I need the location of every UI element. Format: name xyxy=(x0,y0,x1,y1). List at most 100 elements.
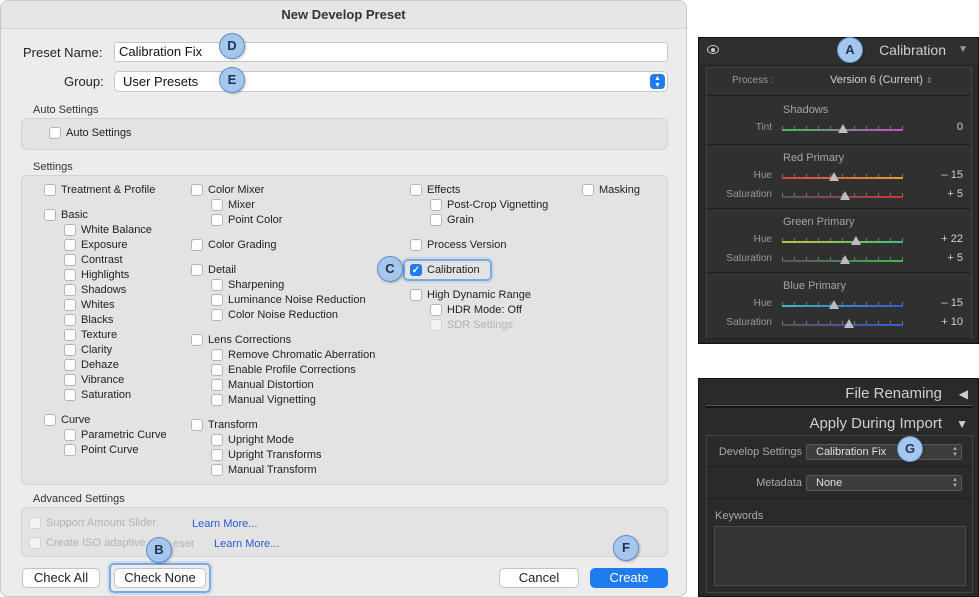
checkbox-vibrance[interactable]: Vibrance xyxy=(64,374,124,386)
checkbox-shadows[interactable]: Shadows xyxy=(64,284,126,296)
slider-tick xyxy=(854,257,855,260)
checkbox-profile-corrections[interactable]: Enable Profile Corrections xyxy=(211,364,356,376)
checkbox-detail[interactable]: Detail xyxy=(191,264,236,276)
calibration-panel-body: Process : Version 6 (Current) ⇕ Shadows T… xyxy=(706,67,972,339)
slider-track[interactable] xyxy=(782,124,903,133)
slider-tick xyxy=(794,193,795,196)
advanced-settings-header: Advanced Settings xyxy=(33,493,125,505)
checkbox-grain[interactable]: Grain xyxy=(430,214,474,226)
checkbox-exposure[interactable]: Exposure xyxy=(64,239,127,251)
cancel-button[interactable]: Cancel xyxy=(499,568,579,588)
slider-track[interactable] xyxy=(782,191,903,200)
slider-tick xyxy=(794,257,795,260)
checkbox-mixer[interactable]: Mixer xyxy=(211,199,255,211)
preset-name-input[interactable]: Calibration Fix xyxy=(114,42,668,62)
slider-tick xyxy=(866,302,867,305)
calibration-group-title: Blue Primary xyxy=(783,280,846,292)
check-none-button[interactable]: Check None xyxy=(114,568,206,588)
checkbox-process-version[interactable]: Process Version xyxy=(410,239,506,251)
checkbox-manual-vignetting[interactable]: Manual Vignetting xyxy=(211,394,316,406)
collapse-triangle-icon[interactable]: ▼ xyxy=(958,44,968,55)
checkbox-masking[interactable]: Masking xyxy=(582,184,640,196)
slider-tick xyxy=(830,321,831,324)
slider-value[interactable]: + 5 xyxy=(923,188,963,200)
slider-thumb[interactable] xyxy=(850,236,861,245)
file-renaming-header[interactable]: File Renaming xyxy=(845,385,942,402)
slider-value[interactable]: – 15 xyxy=(923,297,963,309)
slider-track[interactable] xyxy=(782,300,903,309)
expand-left-icon[interactable]: ◀ xyxy=(959,387,968,401)
checkbox-effects[interactable]: Effects xyxy=(410,184,460,196)
slider-value[interactable]: – 15 xyxy=(923,169,963,181)
checkbox-blacks[interactable]: Blacks xyxy=(64,314,113,326)
check-all-button[interactable]: Check All xyxy=(22,568,100,588)
checkbox-transform[interactable]: Transform xyxy=(191,419,258,431)
keywords-input[interactable] xyxy=(714,526,966,586)
checkbox-color-grading[interactable]: Color Grading xyxy=(191,239,276,251)
checkbox-hdr-mode[interactable]: HDR Mode: Off xyxy=(430,304,522,316)
slider-thumb[interactable] xyxy=(829,172,840,181)
create-button[interactable]: Create xyxy=(590,568,668,588)
checkbox-upright-mode[interactable]: Upright Mode xyxy=(211,434,294,446)
checkbox-point-color[interactable]: Point Color xyxy=(211,214,282,226)
apply-during-import-header[interactable]: Apply During Import xyxy=(809,415,942,432)
checkbox-curve[interactable]: Curve xyxy=(44,414,90,426)
learn-more-link-2[interactable]: Learn More... xyxy=(214,538,279,550)
stepper-icon: ⇕ xyxy=(926,76,933,85)
learn-more-link-1[interactable]: Learn More... xyxy=(192,518,257,530)
checkbox-color-noise[interactable]: Color Noise Reduction xyxy=(211,309,338,321)
checkbox-whites[interactable]: Whites xyxy=(64,299,115,311)
checkbox-remove-ca[interactable]: Remove Chromatic Aberration xyxy=(211,349,375,361)
eye-icon[interactable] xyxy=(707,45,719,54)
collapse-down-icon[interactable]: ▼ xyxy=(956,417,968,431)
checkbox-contrast[interactable]: Contrast xyxy=(64,254,123,266)
checkbox-hdr[interactable]: High Dynamic Range xyxy=(410,289,531,301)
check-icon[interactable]: ✓ xyxy=(410,264,422,276)
slider-track[interactable] xyxy=(782,319,903,328)
slider-value[interactable]: + 22 xyxy=(923,233,963,245)
checkbox-white-balance[interactable]: White Balance xyxy=(64,224,152,236)
checkbox-square[interactable] xyxy=(49,127,61,139)
slider-value[interactable]: 0 xyxy=(923,121,963,133)
checkbox-highlights[interactable]: Highlights xyxy=(64,269,129,281)
slider-tick xyxy=(866,126,867,129)
checkbox-lens-corrections[interactable]: Lens Corrections xyxy=(191,334,291,346)
metadata-select[interactable]: None ▲ ▼ xyxy=(806,475,962,491)
slider-tick xyxy=(842,302,843,305)
slider-thumb[interactable] xyxy=(839,255,850,264)
slider-tick xyxy=(818,238,819,241)
checkbox-sdr-settings: SDR Settings xyxy=(430,319,513,331)
checkbox-sharpening[interactable]: Sharpening xyxy=(211,279,284,291)
checkbox-luminance-noise[interactable]: Luminance Noise Reduction xyxy=(211,294,366,306)
checkbox-auto-settings[interactable]: Auto Settings xyxy=(49,127,131,139)
checkbox-treatment-profile[interactable]: Treatment & Profile xyxy=(44,184,155,196)
checkbox-calibration[interactable]: ✓ Calibration xyxy=(410,264,480,276)
slider-track[interactable] xyxy=(782,172,903,181)
checkbox-texture[interactable]: Texture xyxy=(64,329,117,341)
checkbox-dehaze[interactable]: Dehaze xyxy=(64,359,119,371)
slider-thumb[interactable] xyxy=(829,300,840,309)
slider-tick xyxy=(818,257,819,260)
checkbox-saturation[interactable]: Saturation xyxy=(64,389,131,401)
checkbox-upright-transforms[interactable]: Upright Transforms xyxy=(211,449,322,461)
checkbox-point-curve[interactable]: Point Curve xyxy=(64,444,138,456)
checkbox-parametric-curve[interactable]: Parametric Curve xyxy=(64,429,167,441)
checkbox-post-crop-vignetting[interactable]: Post-Crop Vignetting xyxy=(430,199,548,211)
slider-track[interactable] xyxy=(782,236,903,245)
slider-thumb[interactable] xyxy=(839,191,850,200)
slider-track[interactable] xyxy=(782,255,903,264)
develop-settings-select[interactable]: Calibration Fix ▲ ▼ xyxy=(806,444,962,460)
process-version-select[interactable]: Version 6 (Current) ⇕ xyxy=(830,74,933,86)
checkbox-color-mixer[interactable]: Color Mixer xyxy=(191,184,264,196)
slider-thumb[interactable] xyxy=(843,319,854,328)
group-select[interactable]: User Presets ▲ ▼ xyxy=(114,71,668,92)
checkbox-manual-transform[interactable]: Manual Transform xyxy=(211,464,317,476)
slider-value[interactable]: + 10 xyxy=(923,316,963,328)
slider-value[interactable]: + 5 xyxy=(923,252,963,264)
checkbox-manual-distortion[interactable]: Manual Distortion xyxy=(211,379,314,391)
checkbox-clarity[interactable]: Clarity xyxy=(64,344,112,356)
slider-tick xyxy=(854,302,855,305)
slider-thumb[interactable] xyxy=(837,124,848,133)
checkbox-basic[interactable]: Basic xyxy=(44,209,88,221)
slider-tick xyxy=(878,193,879,196)
